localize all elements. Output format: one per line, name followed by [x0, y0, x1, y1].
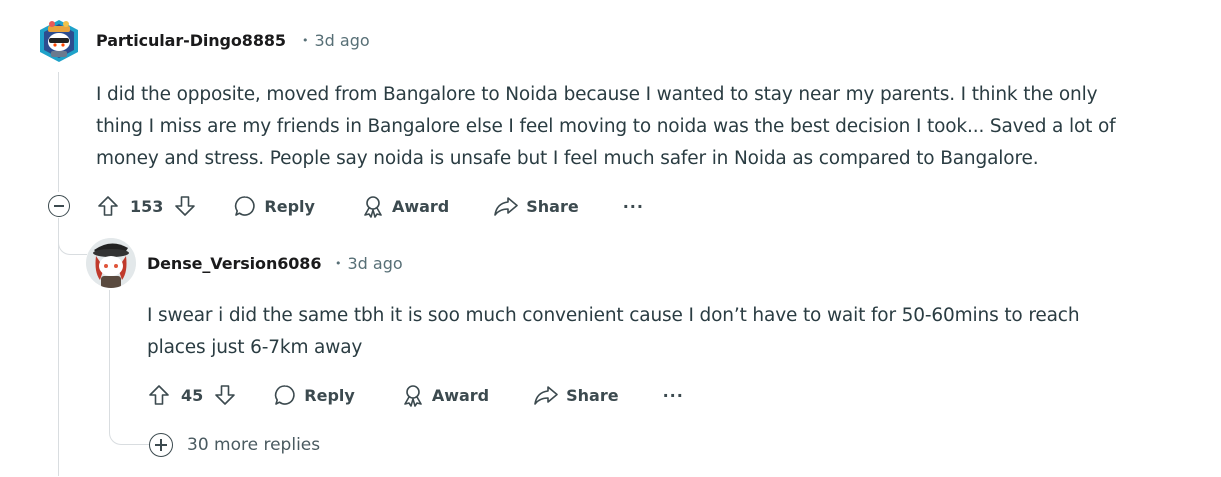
vote-count: 153 — [130, 196, 164, 216]
downvote-button[interactable] — [213, 383, 237, 407]
comment-author[interactable]: Particular-Dingo8885 — [96, 31, 286, 50]
award-label: Award — [391, 196, 450, 216]
comment-action-bar: 153 Reply Award Share ··· — [96, 190, 644, 222]
comment-timestamp: • 3d ago — [302, 31, 370, 50]
thread-line-main — [58, 218, 59, 476]
downvote-button[interactable] — [173, 194, 197, 218]
upvote-icon — [98, 196, 118, 216]
snoo-avatar-icon — [40, 20, 78, 62]
comment-bubble-icon — [235, 196, 256, 216]
comment-line: I swear i did the same tbh it is soo muc… — [147, 305, 1080, 326]
reply-button[interactable]: Reply — [273, 383, 355, 407]
collapse-thread-button[interactable] — [48, 195, 70, 217]
award-icon — [364, 196, 382, 218]
award-button[interactable]: Award — [361, 194, 449, 218]
avatar[interactable] — [36, 18, 82, 64]
more-replies-link[interactable]: 30 more replies — [187, 435, 320, 455]
share-label: Share — [566, 385, 619, 405]
comment-line: places just 6-7km away — [147, 337, 363, 358]
share-icon — [534, 386, 558, 405]
downvote-icon — [175, 196, 196, 216]
upvote-icon — [149, 385, 169, 405]
award-icon — [404, 385, 422, 407]
thread-line-top — [58, 72, 59, 192]
comment-body: I swear i did the same tbh it is soo muc… — [147, 300, 1207, 364]
thread-connector-more — [109, 410, 150, 445]
more-options-button[interactable]: ··· — [663, 386, 684, 405]
comment-body: I did the opposite, moved from Bangalore… — [96, 79, 1211, 175]
comment-bubble-icon — [275, 385, 295, 405]
reply-label: Reply — [264, 196, 315, 216]
upvote-button[interactable] — [147, 383, 171, 407]
share-button[interactable]: Share — [493, 194, 579, 218]
thread-line-reply — [109, 290, 110, 414]
expand-replies-button[interactable] — [149, 433, 173, 457]
award-label: Award — [431, 385, 490, 405]
downvote-icon — [215, 385, 236, 405]
award-button[interactable]: Award — [401, 383, 489, 407]
comment-author[interactable]: Dense_Version6086 — [147, 254, 321, 273]
share-button[interactable]: Share — [533, 383, 619, 407]
share-label: Share — [526, 196, 579, 216]
comment-action-bar: 45 Reply Award Share ··· — [147, 379, 684, 411]
comment-line: money and stress. People say noida is un… — [96, 148, 1039, 169]
comment-line: thing I miss are my friends in Bangalore… — [96, 116, 1116, 137]
comment-timestamp: • 3d ago — [335, 254, 403, 273]
reply-button[interactable]: Reply — [233, 194, 315, 218]
share-icon — [494, 197, 519, 216]
snoo-avatar-icon — [86, 238, 136, 288]
comment-line: I did the opposite, moved from Bangalore… — [96, 84, 1098, 105]
vote-count: 45 — [181, 385, 204, 405]
thread-connector-reply — [58, 222, 87, 255]
reply-label: Reply — [304, 385, 355, 405]
upvote-button[interactable] — [96, 194, 120, 218]
more-options-button[interactable]: ··· — [623, 197, 644, 216]
avatar[interactable] — [86, 238, 136, 288]
